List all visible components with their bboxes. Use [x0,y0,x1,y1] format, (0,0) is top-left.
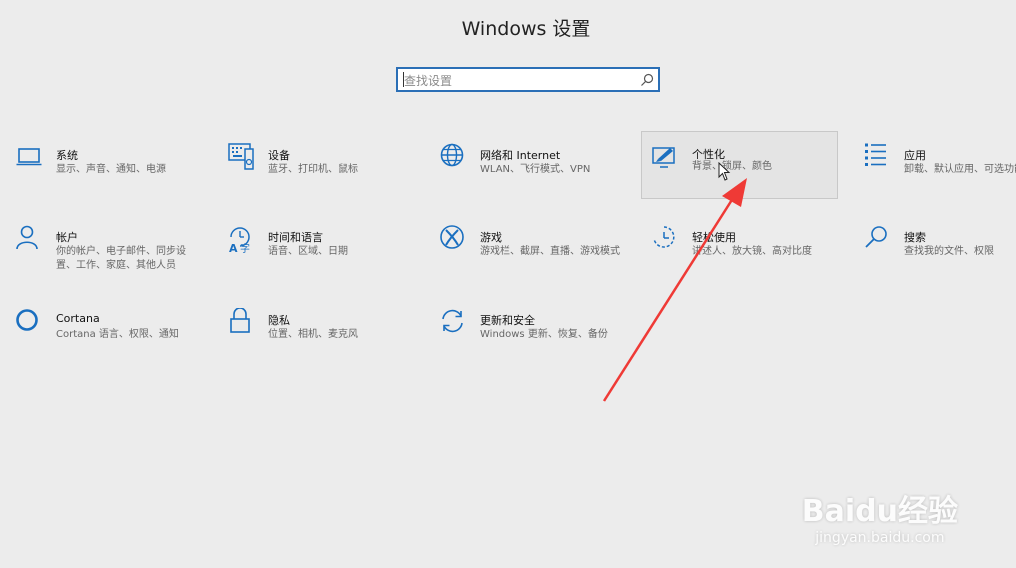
paint-icon [652,147,675,168]
cortana-icon [16,309,38,331]
watermark-url: jingyan.baidu.com [815,530,945,546]
ease-of-access-icon [653,226,675,248]
tile-search[interactable]: 搜索 查找我的文件、权限 [864,225,1016,285]
tile-description: 讲述人、放大镜、高对比度 [692,246,812,257]
tile-ease-of-access[interactable]: 轻松使用 讲述人、放大镜、高对比度 [652,225,847,285]
tile-description: 背景、锁屏、颜色 [692,161,772,172]
mouse-cursor-icon [718,162,731,181]
tile-gaming[interactable]: 游戏 游戏栏、截屏、直播、游戏模式 [440,225,635,285]
tile-cortana[interactable]: Cortana Cortana 语言、权限、通知 [16,308,211,368]
tile-description: Cortana 语言、权限、通知 [56,329,179,340]
laptop-icon [16,148,42,166]
tile-name: 应用 [904,149,926,162]
search-icon [865,226,887,248]
tile-accounts[interactable]: 帐户 你的帐户、电子邮件、同步设置、工作、家庭、其他人员 [16,225,211,285]
tile-system[interactable]: 系统 显示、声音、通知、电源 [16,143,211,203]
tile-name: 网络和 Internet [480,149,561,162]
tile-description: Windows 更新、恢复、备份 [480,329,608,340]
tile-description: 你的帐户、电子邮件、同步设置、工作、家庭、其他人员 [56,246,186,271]
lock-icon [230,308,250,333]
tile-description: 语音、区域、日期 [268,246,348,257]
list-icon [865,143,886,166]
tile-name: Cortana [56,312,100,325]
tile-name: 轻松使用 [692,231,736,244]
tile-description: 卸载、默认应用、可选功能 [904,164,1016,175]
svg-text:字: 字 [240,242,250,253]
tile-name: 系统 [56,149,78,162]
tile-description: 查找我的文件、权限 [904,246,994,257]
watermark: Baidu经验 jingyan.baidu.com [802,486,958,546]
keyboard-icon [228,143,254,170]
tile-description: 游戏栏、截屏、直播、游戏模式 [480,246,620,257]
tile-description: 蓝牙、打印机、鼠标 [268,164,358,175]
tile-description: 显示、声音、通知、电源 [56,164,166,175]
person-icon [16,225,38,250]
settings-window: Windows 设置 查找设置 系统 显示、声音、通知、电源 设备 蓝牙、打印机… [0,0,1016,568]
xbox-icon [440,225,464,249]
svg-text:A: A [229,242,238,253]
tile-privacy[interactable]: 隐私 位置、相机、麦克风 [228,308,423,368]
tile-description: WLAN、飞行模式、VPN [480,164,591,175]
tile-network[interactable]: 网络和 Internet WLAN、飞行模式、VPN [440,143,635,203]
tile-update-security[interactable]: 更新和安全 Windows 更新、恢复、备份 [440,308,635,368]
globe-icon [440,143,464,167]
search-input[interactable]: 查找设置 [404,72,452,89]
tile-name: 搜索 [904,231,926,244]
tile-name: 设备 [268,149,290,162]
tile-time-language[interactable]: A 字 时间和语言 语音、区域、日期 [228,225,423,285]
tile-name: 更新和安全 [480,314,535,327]
time-language-icon: A 字 [229,227,250,253]
tile-name: 帐户 [56,231,78,244]
tile-name: 隐私 [268,314,290,327]
page-title: Windows 设置 [461,18,591,40]
tile-devices[interactable]: 设备 蓝牙、打印机、鼠标 [228,143,423,203]
tile-personalization[interactable]: 个性化 背景、锁屏、颜色 [641,131,838,199]
search-box[interactable]: 查找设置 [396,67,660,92]
sync-icon [442,309,463,333]
tile-apps[interactable]: 应用 卸载、默认应用、可选功能 [864,143,1016,203]
search-icon[interactable] [639,72,655,88]
tile-name: 游戏 [480,231,502,244]
tile-name: 时间和语言 [268,231,323,244]
watermark-logo: Baidu经验 [801,494,958,529]
tile-description: 位置、相机、麦克风 [268,329,358,340]
